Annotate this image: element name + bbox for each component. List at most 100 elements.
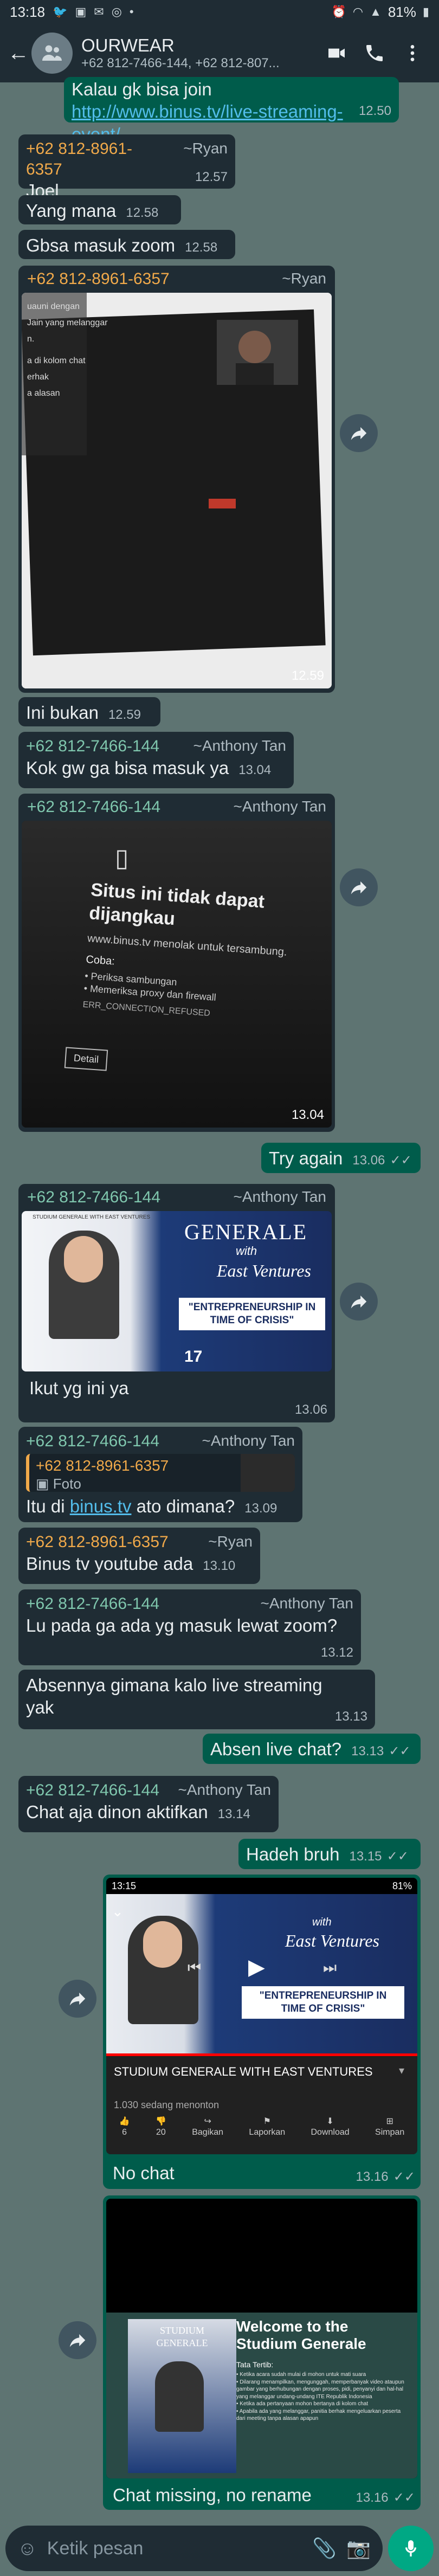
read-ticks-icon: ✓✓ bbox=[393, 2169, 415, 2184]
message-bubble-incoming[interactable]: Yang mana 12.58 bbox=[18, 195, 181, 224]
message-bubble-incoming-photo[interactable]: +62 812-7466-144 ~Anthony Tan ▯ Situs ini… bbox=[18, 794, 335, 1132]
message-input[interactable]: Ketik pesan bbox=[47, 2538, 303, 2559]
sender-phone[interactable]: +62 812-7466-144 bbox=[26, 1594, 159, 1614]
poster-brand: East Ventures bbox=[217, 1261, 311, 1280]
chat-title-block[interactable]: OURWEAR +62 812-7466-144, +62 812-807... bbox=[81, 35, 318, 71]
photo-zoom-screen[interactable]: uauni dengan Jain yang melanggar n. a di… bbox=[22, 293, 332, 688]
battery-level: 81% bbox=[388, 3, 416, 20]
video-call-button[interactable] bbox=[318, 42, 356, 64]
message-text: Kalau gk bisa join bbox=[72, 79, 212, 99]
message-bubble-outgoing[interactable]: Kalau gk bisa join http://www.binus.tv/l… bbox=[64, 77, 399, 144]
message-bubble-incoming[interactable]: +62 812-7466-144 ~Anthony Tan Lu pada ga … bbox=[18, 1589, 361, 1665]
poster-banner: "ENTREPRENEURSHIP IN TIME OF CRISIS" bbox=[179, 1298, 325, 1330]
forward-button[interactable] bbox=[340, 414, 378, 452]
welcome-title: Welcome to the Studium Generale bbox=[236, 2318, 366, 2353]
svg-text:a alasan: a alasan bbox=[27, 389, 60, 398]
message-time: 13.16 bbox=[356, 2490, 389, 2505]
message-bubble-incoming-photo[interactable]: +62 812-8961-6357 ~Ryan uauni dengan Jain… bbox=[18, 266, 335, 693]
group-avatar[interactable] bbox=[31, 33, 73, 74]
sender-phone[interactable]: +62 812-7466-144 bbox=[27, 1187, 160, 1208]
photo-zoom-welcome[interactable]: STUDIUM GENERALE Welcome to the Studium … bbox=[106, 2199, 417, 2478]
message-time: 13.04 bbox=[291, 1107, 324, 1122]
download-action: ⬇ Download bbox=[311, 2117, 350, 2137]
message-bubble-outgoing[interactable]: Try again 13.06 ✓✓ bbox=[261, 1143, 421, 1173]
forward-button[interactable] bbox=[59, 2321, 96, 2359]
menu-button[interactable] bbox=[393, 42, 431, 64]
attach-icon[interactable]: 📎 bbox=[312, 2537, 337, 2560]
sender-phone[interactable]: +62 812-7466-144 bbox=[26, 1431, 159, 1452]
sender-phone[interactable]: +62 812-8961-6357 bbox=[26, 139, 167, 179]
twitter-icon: 🐦 bbox=[53, 5, 68, 18]
expand-icon: ▾ bbox=[399, 2065, 405, 2077]
message-text: Lu pada ga ada yg masuk lewat zoom? bbox=[26, 1615, 338, 1635]
photo-browser-error[interactable]: ▯ Situs ini tidak dapat dijangkau www.bi… bbox=[22, 821, 332, 1128]
message-bubble-incoming-reply[interactable]: +62 812-7466-144 ~Anthony Tan +62 812-896… bbox=[18, 1427, 302, 1522]
message-text: Chat missing, no rename bbox=[113, 2485, 312, 2505]
message-text: Hadeh bruh bbox=[246, 1844, 340, 1864]
photo-event-poster[interactable]: STUDIUM GENERALE WITH EAST VENTURES GENE… bbox=[22, 1211, 332, 1371]
camera-icon: ▣ bbox=[36, 1475, 53, 1492]
message-time: 13.09 bbox=[244, 1500, 277, 1516]
svg-text:erhak: erhak bbox=[27, 372, 49, 382]
sender-phone[interactable]: +62 812-7466-144 bbox=[26, 1780, 159, 1801]
sender-phone[interactable]: +62 812-8961-6357 bbox=[26, 1532, 169, 1553]
message-bubble-outgoing[interactable]: Absen live chat? 13.13 ✓✓ bbox=[203, 1734, 421, 1764]
message-bubble-incoming[interactable]: +62 812-7466-144 ~Anthony Tan Chat aja di… bbox=[18, 1776, 279, 1832]
back-arrow-icon[interactable]: ← bbox=[8, 41, 29, 66]
broken-page-icon: ▯ bbox=[115, 843, 129, 872]
message-bubble-incoming[interactable]: Ini bukan 12.59 bbox=[18, 697, 160, 726]
dislike-action: 👎 20 bbox=[155, 2117, 166, 2137]
sender-phone[interactable]: +62 812-8961-6357 bbox=[27, 269, 170, 289]
sender-phone[interactable]: +62 812-7466-144 bbox=[26, 736, 159, 757]
message-bubble-incoming[interactable]: Gbsa masuk zoom 12.58 bbox=[18, 230, 235, 259]
poster-generale: GENERALE bbox=[184, 1220, 308, 1244]
more-dot-icon: • bbox=[129, 5, 134, 18]
poster-top-label: STUDIUM GENERALE WITH EAST VENTURES bbox=[33, 1214, 151, 1220]
message-input-container[interactable]: ☺ Ketik pesan 📎 📷 bbox=[5, 2526, 383, 2571]
message-bubble-incoming-photo[interactable]: +62 812-7466-144 ~Anthony Tan STUDIUM GEN… bbox=[18, 1184, 335, 1422]
message-bubble-incoming[interactable]: Absennya gimana kalo live streaming yak … bbox=[18, 1670, 375, 1729]
message-time: 13.16 bbox=[356, 2169, 389, 2184]
message-link[interactable]: binus.tv bbox=[70, 1496, 132, 1516]
message-bubble-outgoing[interactable]: Hadeh bruh 13.15 ✓✓ bbox=[238, 1839, 421, 1869]
message-bubble-outgoing-photo[interactable]: 13:15 81% with East Ventures "ENTREPRENEU… bbox=[103, 1875, 421, 2189]
wifi-icon: ◠ bbox=[352, 5, 364, 18]
forward-button[interactable] bbox=[59, 1980, 96, 2018]
emoji-icon[interactable]: ☺ bbox=[17, 2537, 37, 2560]
chat-area[interactable]: Kalau gk bisa join http://www.binus.tv/l… bbox=[0, 77, 439, 2521]
message-time: 13.06 bbox=[294, 1402, 327, 1417]
phone-icon bbox=[366, 45, 383, 61]
message-bubble-incoming[interactable]: +62 812-7466-144 ~Anthony Tan Kok gw ga b… bbox=[18, 732, 294, 788]
message-bubble-incoming[interactable]: +62 812-8961-6357 ~Ryan Binus tv youtube … bbox=[18, 1528, 260, 1584]
alarm-icon: ⏰ bbox=[331, 5, 346, 18]
share-action: ↪ Bagikan bbox=[192, 2117, 224, 2137]
save-icon: ⊞ bbox=[386, 2117, 393, 2126]
speaker-photo bbox=[155, 2361, 204, 2432]
message-bubble-outgoing-photo[interactable]: STUDIUM GENERALE Welcome to the Studium … bbox=[103, 2195, 421, 2510]
sender-alias: ~Anthony Tan bbox=[202, 1432, 295, 1449]
instagram-icon: ◎ bbox=[111, 5, 122, 18]
quoted-message[interactable]: +62 812-8961-6357 ▣ Foto bbox=[26, 1453, 295, 1492]
group-members: +62 812-7466-144, +62 812-807... bbox=[81, 56, 280, 70]
message-text: No chat bbox=[113, 2163, 175, 2183]
message-time: 13.06 bbox=[352, 1153, 385, 1168]
forward-arrow-icon bbox=[351, 881, 367, 894]
photo-youtube-screenshot[interactable]: 13:15 81% with East Ventures "ENTREPRENEU… bbox=[106, 1878, 417, 2154]
previous-icon: ⏮ bbox=[188, 1959, 202, 1976]
message-bubble-incoming[interactable]: +62 812-8961-6357 ~Ryan Joel 12.57 bbox=[18, 134, 235, 201]
sender-alias: ~Anthony Tan bbox=[233, 798, 326, 815]
forward-button[interactable] bbox=[340, 1283, 378, 1321]
message-time: 12.58 bbox=[185, 240, 218, 255]
voice-record-button[interactable] bbox=[388, 2526, 434, 2571]
voice-call-button[interactable] bbox=[356, 42, 393, 64]
poster-banner: "ENTREPRENEURSHIP IN TIME OF CRISIS" bbox=[242, 1986, 404, 2019]
message-text: Gbsa masuk zoom bbox=[26, 235, 176, 255]
thumbs-down-icon: 👎 bbox=[155, 2117, 166, 2126]
signal-icon: ▲ bbox=[370, 5, 382, 18]
detail-button-in-photo: Detail bbox=[64, 1047, 108, 1071]
forward-button[interactable] bbox=[340, 868, 378, 906]
camera-icon[interactable]: 📷 bbox=[346, 2537, 371, 2560]
sender-phone[interactable]: +62 812-7466-144 bbox=[27, 797, 160, 817]
message-time: 12.59 bbox=[291, 668, 324, 683]
message-icon: ✉ bbox=[94, 5, 104, 18]
